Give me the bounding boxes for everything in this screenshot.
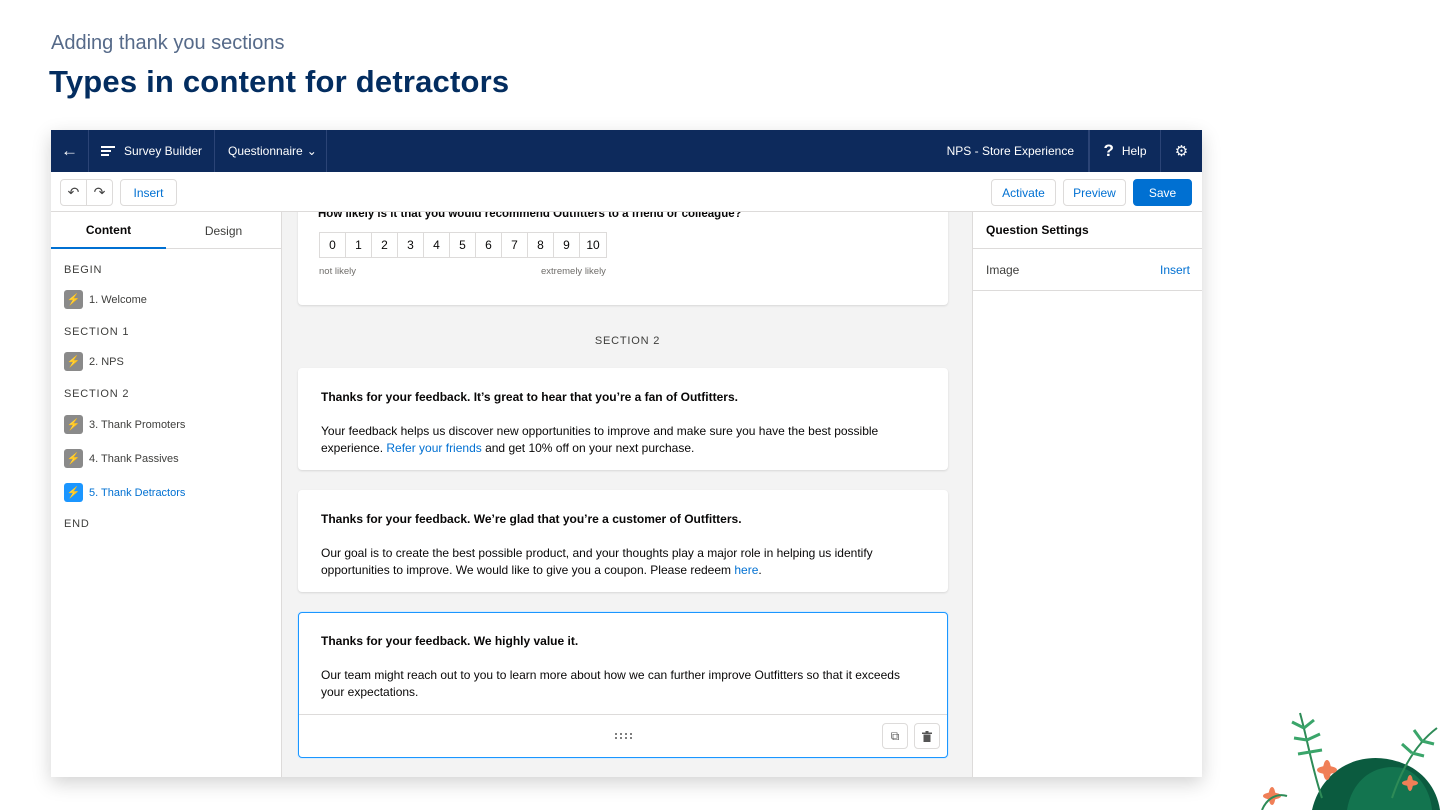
tab-design[interactable]: Design [166, 212, 281, 249]
tab-content[interactable]: Content [51, 212, 166, 249]
panel-header: Question Settings [973, 212, 1202, 249]
thank-detractors-card[interactable]: Thanks for your feedback. We highly valu… [298, 612, 948, 758]
back-button[interactable]: ← [51, 130, 89, 172]
scale-option[interactable]: 3 [397, 232, 424, 258]
outline-begin: BEGIN [64, 264, 103, 276]
outline-item-label: 2. NPS [89, 355, 124, 368]
outline-item-thank-detractors[interactable]: ⚡ 5. Thank Detractors [64, 483, 185, 502]
preview-button[interactable]: Preview [1063, 179, 1126, 206]
scale-option[interactable]: 5 [449, 232, 476, 258]
image-setting-row: Image Insert [973, 249, 1202, 291]
app-name: Survey Builder [124, 144, 203, 158]
outline-item-welcome[interactable]: ⚡ 1. Welcome [64, 290, 147, 309]
scale-option[interactable]: 0 [319, 232, 346, 258]
outline-item-thank-promoters[interactable]: ⚡ 3. Thank Promoters [64, 415, 185, 434]
nps-question-card[interactable]: How likely is it that you would recommen… [298, 212, 948, 305]
scale-low-label: not likely [319, 266, 356, 277]
copy-icon: ⧉ [890, 728, 900, 743]
redo-button[interactable]: ↷ [86, 179, 113, 206]
drag-handle-icon[interactable] [615, 733, 633, 739]
help-button[interactable]: ? Help [1089, 130, 1161, 172]
outline-end: END [64, 518, 90, 530]
outline-item-nps[interactable]: ⚡ 2. NPS [64, 352, 124, 371]
lightning-icon: ⚡ [64, 290, 83, 309]
question-settings-panel: Question Settings Image Insert [972, 212, 1202, 777]
lightning-icon: ⚡ [64, 449, 83, 468]
questionnaire-menu[interactable]: Questionnaire ⌄ [215, 130, 327, 172]
body-text: Our goal is to create the best possible … [321, 546, 873, 577]
outline-item-label: 1. Welcome [89, 293, 147, 306]
outline-item-label: 5. Thank Detractors [89, 486, 186, 499]
survey-canvas: How likely is it that you would recommen… [283, 212, 972, 777]
scale-option[interactable]: 10 [579, 232, 607, 258]
top-navbar: ← Survey Builder Questionnaire ⌄ NPS - S… [51, 130, 1202, 172]
survey-builder-window: ← Survey Builder Questionnaire ⌄ NPS - S… [51, 130, 1202, 777]
section-label: SECTION 2 [594, 335, 661, 347]
scale-option[interactable]: 1 [345, 232, 372, 258]
thank-passives-card[interactable]: Thanks for your feedback. We’re glad tha… [298, 490, 948, 592]
slide-title: Types in content for detractors [49, 64, 510, 99]
settings-button[interactable]: ⚙ [1161, 130, 1202, 172]
questionnaire-label: Questionnaire [228, 144, 303, 158]
question-title: How likely is it that you would recommen… [318, 212, 742, 220]
duplicate-button[interactable]: ⧉ [882, 723, 908, 749]
panel-tabs: Content Design [51, 212, 281, 249]
insert-button[interactable]: Insert [120, 179, 177, 206]
scale-option[interactable]: 9 [553, 232, 580, 258]
scale-option[interactable]: 4 [423, 232, 450, 258]
refer-friends-link[interactable]: Refer your friends [386, 441, 481, 455]
body-text: . [758, 563, 762, 577]
outline-item-thank-passives[interactable]: ⚡ 4. Thank Passives [64, 449, 179, 468]
lightning-icon: ⚡ [64, 483, 83, 502]
outline-item-label: 4. Thank Passives [89, 452, 179, 465]
card-title: Thanks for your feedback. It’s great to … [321, 390, 738, 404]
redeem-link[interactable]: here [734, 563, 758, 577]
slide: Adding thank you sections Types in conte… [0, 0, 1440, 810]
save-button[interactable]: Save [1133, 179, 1192, 206]
card-footer: ⧉ [299, 714, 947, 757]
app-launcher[interactable]: Survey Builder [89, 130, 215, 172]
image-label: Image [986, 262, 1020, 277]
activate-button[interactable]: Activate [991, 179, 1056, 206]
card-body: Your feedback helps us discover new oppo… [321, 423, 921, 457]
scale-option[interactable]: 8 [527, 232, 554, 258]
help-icon: ? [1103, 141, 1114, 160]
thank-promoters-card[interactable]: Thanks for your feedback. It’s great to … [298, 368, 948, 470]
outline-section-2: SECTION 2 [64, 388, 130, 400]
scale-option[interactable]: 2 [371, 232, 398, 258]
outline-section-1: SECTION 1 [64, 326, 130, 338]
chevron-down-icon: ⌄ [306, 144, 317, 158]
lightning-icon: ⚡ [64, 352, 83, 371]
undo-button[interactable]: ↶ [60, 179, 87, 206]
toolbar: ↶ ↷ Insert Activate Preview Save [51, 172, 1202, 212]
slide-subtitle: Adding thank you sections [51, 32, 285, 54]
lightning-icon: ⚡ [64, 415, 83, 434]
delete-button[interactable] [914, 723, 940, 749]
card-title: Thanks for your feedback. We highly valu… [321, 634, 579, 648]
navbar-spacer [327, 130, 937, 172]
survey-builder-icon [101, 146, 115, 156]
plant-decoration-icon [1261, 712, 1440, 810]
help-label: Help [1121, 144, 1147, 158]
scale-option[interactable]: 6 [475, 232, 502, 258]
card-body: Our team might reach out to you to learn… [321, 668, 900, 699]
gear-icon: ⚙ [1174, 143, 1189, 160]
scale-high-label: extremely likely [541, 266, 606, 277]
nps-scale: 0 1 2 3 4 5 6 7 8 9 10 [319, 232, 607, 258]
card-body: Our goal is to create the best possible … [321, 545, 921, 579]
trash-icon [922, 730, 932, 742]
content-panel: Content Design BEGIN ⚡ 1. Welcome SECTIO… [51, 212, 282, 777]
body-text: and get 10% off on your next purchase. [481, 441, 695, 455]
insert-image-link[interactable]: Insert [1160, 263, 1190, 277]
outline-item-label: 3. Thank Promoters [89, 418, 186, 431]
scale-option[interactable]: 7 [501, 232, 528, 258]
arrow-left-icon: ← [61, 141, 78, 160]
survey-name: NPS - Store Experience [937, 130, 1089, 172]
card-title: Thanks for your feedback. We’re glad tha… [321, 512, 742, 526]
